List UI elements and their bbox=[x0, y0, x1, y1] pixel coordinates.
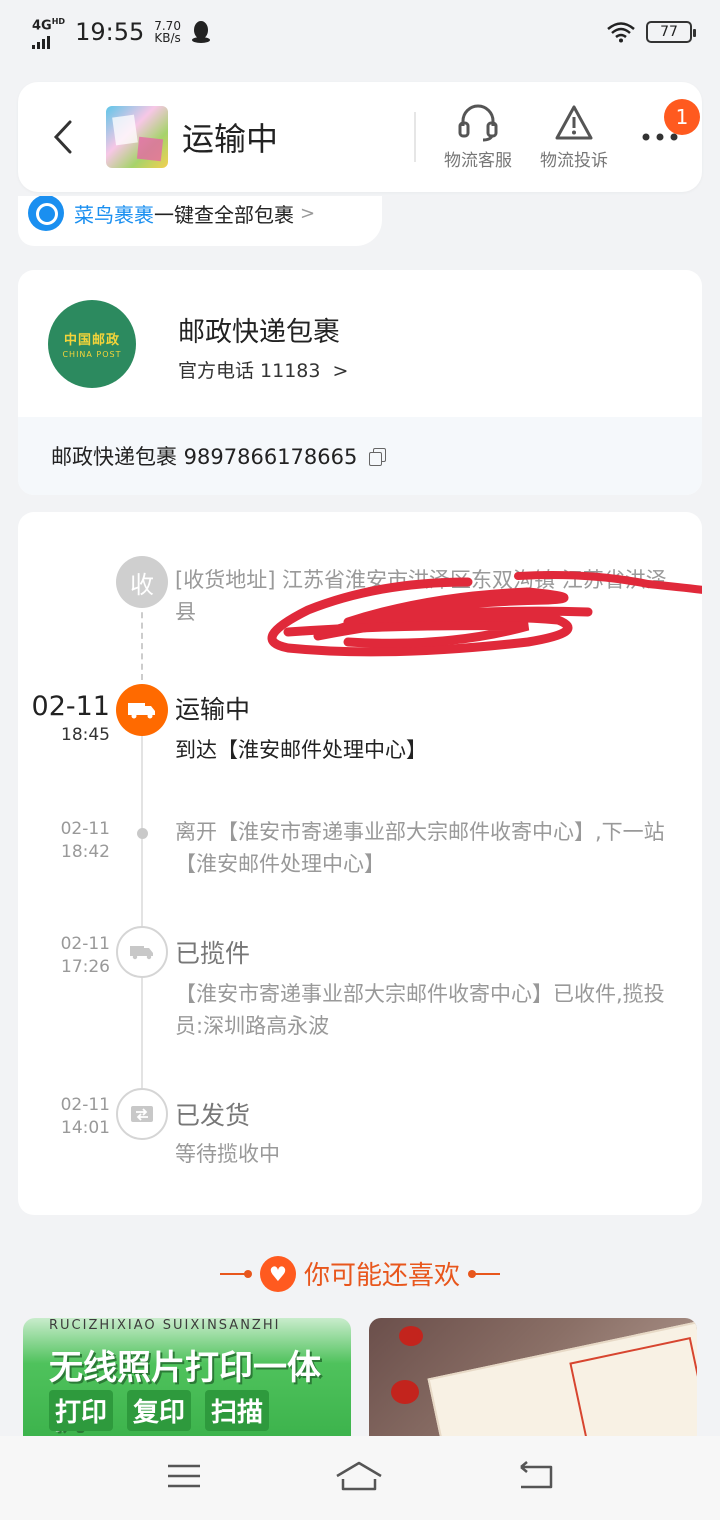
event-node bbox=[116, 926, 168, 978]
nav-home-button[interactable] bbox=[335, 1461, 383, 1495]
event-text: 等待揽收中 bbox=[175, 1142, 280, 1166]
chevron-left-icon bbox=[53, 120, 72, 154]
status-bar: 4GHD 19:55 7.70 KB/s 77 bbox=[0, 0, 720, 64]
delivery-address: [收货地址] 江苏省淮安市洪泽区东双沟镇 江苏省洪泽县 bbox=[175, 568, 667, 624]
event-status: 已揽件 bbox=[175, 939, 251, 968]
customer-service-button[interactable]: 物流客服 bbox=[444, 104, 512, 171]
divider-ornament bbox=[468, 1269, 500, 1278]
cainiao-banner[interactable]: 菜鸟裹裹一键查全部包裹 > bbox=[18, 196, 382, 246]
heart-icon: ♥ bbox=[259, 1255, 296, 1292]
event-datetime: 02-11 18:45 bbox=[31, 691, 110, 745]
battery-indicator: 77 bbox=[646, 21, 696, 43]
product-card[interactable] bbox=[369, 1318, 697, 1448]
complaint-button[interactable]: 物流投诉 bbox=[540, 104, 608, 171]
home-icon bbox=[336, 1461, 382, 1491]
event-node bbox=[116, 1088, 168, 1140]
product-tag: 打印 bbox=[49, 1390, 114, 1431]
cainiao-text: 一键查全部包裹 bbox=[154, 202, 294, 227]
divider-ornament bbox=[219, 1269, 252, 1278]
network-speed: 7.70 KB/s bbox=[154, 18, 181, 45]
more-button[interactable]: 1 bbox=[640, 99, 700, 167]
cainiao-logo-icon bbox=[28, 196, 64, 231]
product-tag: 扫描 bbox=[205, 1390, 270, 1431]
event-node bbox=[137, 828, 148, 839]
complaint-label: 物流投诉 bbox=[540, 150, 608, 171]
event-status: 运输中 bbox=[175, 695, 251, 724]
qq-icon bbox=[191, 20, 210, 43]
address-node: 收 bbox=[116, 556, 168, 608]
truck-icon bbox=[130, 946, 153, 960]
tracking-number: 邮政快递包裹 9897866178665 bbox=[51, 445, 358, 469]
product-thumbnail[interactable] bbox=[106, 106, 168, 168]
event-datetime: 02-11 18:42 bbox=[60, 819, 110, 862]
event-text: 离开【淮安市寄递事业部大宗邮件收寄中心】,下一站【淮安邮件处理中心】 bbox=[175, 820, 665, 876]
product-image bbox=[427, 1320, 697, 1448]
nav-menu-button[interactable] bbox=[167, 1463, 201, 1493]
event-text: 【淮安市寄递事业部大宗邮件收寄中心】已收件,揽投员:深圳路高永波 bbox=[175, 982, 665, 1038]
event-status: 已发货 bbox=[175, 1101, 251, 1130]
shipped-icon bbox=[131, 1106, 153, 1122]
more-dots-icon bbox=[642, 133, 678, 141]
signal-icon bbox=[32, 33, 50, 50]
product-card[interactable]: RUCIZHIXIAO SUIXINSANZHI 无线照片打印一体机 打印 复印… bbox=[23, 1318, 351, 1448]
china-post-logo: 中国邮政 CHINA POST bbox=[48, 300, 136, 388]
chevron-right-icon: > bbox=[300, 202, 316, 224]
tracking-timeline: 收 [收货地址] 江苏省淮安市洪泽区东双沟镇 江苏省洪泽县 02-11 18:4… bbox=[18, 512, 702, 1215]
cainiao-brand: 菜鸟裹裹 bbox=[74, 202, 154, 227]
truck-icon bbox=[128, 703, 155, 719]
clock: 19:55 bbox=[75, 17, 145, 46]
carrier-name: 邮政快递包裹 bbox=[178, 317, 340, 348]
back-icon bbox=[520, 1461, 553, 1489]
system-nav-bar bbox=[0, 1436, 720, 1520]
recommendations-heading: ♥ 你可能还喜欢 bbox=[0, 1255, 720, 1292]
carrier-card: 中国邮政 CHINA POST 邮政快递包裹 官方电话 11183 > 邮政快递… bbox=[18, 270, 702, 495]
timeline-dashed-line bbox=[141, 602, 143, 680]
event-datetime: 02-11 17:26 bbox=[60, 934, 110, 977]
network-indicator: 4GHD bbox=[32, 15, 65, 50]
customer-service-label: 物流客服 bbox=[444, 150, 512, 171]
menu-icon bbox=[168, 1464, 200, 1488]
wifi-icon bbox=[607, 22, 635, 43]
timeline-line bbox=[141, 736, 143, 1096]
tracking-number-row: 邮政快递包裹 9897866178665 bbox=[18, 417, 702, 495]
copy-icon[interactable] bbox=[369, 448, 387, 466]
page-title: 运输中 bbox=[182, 120, 279, 158]
product-tag: 复印 bbox=[127, 1390, 192, 1431]
event-node-active bbox=[116, 684, 168, 736]
header-divider bbox=[414, 112, 416, 162]
event-text: 到达【淮安邮件处理中心】 bbox=[175, 738, 427, 762]
warning-icon bbox=[555, 105, 593, 139]
notification-badge: 1 bbox=[664, 99, 700, 135]
headset-icon bbox=[458, 104, 498, 141]
event-datetime: 02-11 14:01 bbox=[60, 1095, 110, 1138]
chevron-right-icon: > bbox=[332, 360, 349, 382]
back-button[interactable] bbox=[52, 115, 88, 159]
carrier-phone-link[interactable]: 官方电话 11183 > bbox=[178, 356, 348, 383]
header-bar: 运输中 物流客服 物流投诉 1 bbox=[18, 82, 702, 192]
nav-back-button[interactable] bbox=[517, 1461, 553, 1495]
